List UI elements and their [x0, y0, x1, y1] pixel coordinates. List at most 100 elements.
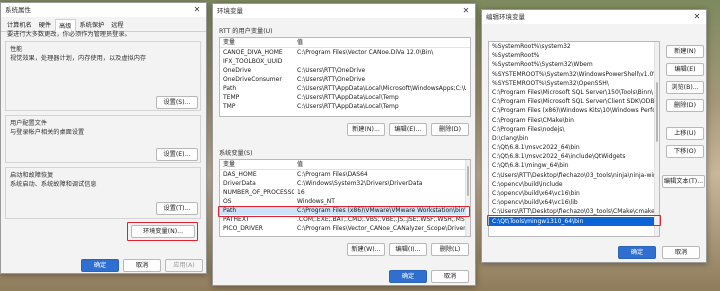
- edit-environment-variable-window: 编辑环境变量 ✕ %SystemRoot%\system32 %SystemRo…: [481, 9, 707, 263]
- cancel-button[interactable]: 取消: [662, 246, 700, 259]
- user-profiles-settings-button[interactable]: 设置(E)...: [156, 148, 198, 161]
- table-row[interactable]: Path C:\Users\RTT\AppData\Local\Microsoft…: [220, 84, 470, 93]
- table-row[interactable]: TEMP C:\Users\RTT\AppData\Local\Temp: [220, 93, 470, 102]
- performance-group: 性能 视觉效果，处理器计划，内存使用，以及虚拟内存 设置(S)...: [5, 41, 201, 111]
- window-title: 环境变量: [217, 7, 243, 15]
- cancel-button[interactable]: 取消: [123, 259, 161, 272]
- list-item[interactable]: C:\Qt\6.8.1\msvc2022_64\include\QtWidget…: [489, 152, 659, 161]
- table-row[interactable]: TMP C:\Users\RTT\AppData\Local\Temp: [220, 102, 470, 111]
- ok-button[interactable]: 确定: [389, 270, 427, 283]
- scrollbar-thumb[interactable]: [467, 166, 469, 196]
- list-item[interactable]: %SystemRoot%\system32: [489, 42, 659, 51]
- list-item[interactable]: %SYSTEMROOT%\System32\WindowsPowerShell\…: [489, 70, 659, 79]
- table-row[interactable]: PICO_DRIVER C:\Program Files\Vector_CANoe…: [220, 224, 470, 233]
- startup-recovery-group: 启动和故障恢复 系统启动、系统故障和调试信息 设置(T)...: [5, 167, 201, 219]
- table-header: 变量 值: [220, 160, 470, 170]
- cancel-button[interactable]: 取消: [431, 270, 469, 283]
- list-item[interactable]: C:\opencv\build\include: [489, 180, 659, 189]
- table-row[interactable]: OneDrive C:\Users\RTT\OneDrive: [220, 66, 470, 75]
- list-item[interactable]: C:\opencv\build\x64\vc16\bin: [489, 189, 659, 198]
- var-value: 16: [297, 189, 305, 196]
- var-value: C:\Users\RTT\OneDrive: [297, 76, 366, 83]
- list-item[interactable]: D:\clang\bin: [489, 134, 659, 143]
- close-icon[interactable]: ✕: [457, 4, 475, 18]
- performance-settings-button[interactable]: 设置(S)...: [156, 96, 198, 109]
- admin-note: 要进行大多数更改，你必须作为管理员登录。: [7, 31, 131, 38]
- system-properties-window: 系统属性 ✕ 计算机名 硬件 高级 系统保护 远程 要进行大多数更改，你必须作为…: [0, 2, 207, 274]
- var-name: OS: [223, 198, 232, 205]
- close-icon[interactable]: ✕: [688, 10, 706, 24]
- startup-recovery-desc: 系统启动、系统故障和调试信息: [10, 181, 97, 188]
- move-up-button[interactable]: 上移(U): [666, 127, 704, 140]
- table-row[interactable]: OS Windows_NT: [220, 197, 470, 206]
- delete-button[interactable]: 删除(D): [666, 99, 704, 112]
- table-row[interactable]: DAS_HOME C:\Program Files\DAS64: [220, 170, 470, 179]
- table-row[interactable]: OneDriveConsumer C:\Users\RTT\OneDrive: [220, 75, 470, 84]
- user-new-button[interactable]: 新建(N)...: [347, 123, 385, 136]
- column-header: 值: [297, 39, 304, 46]
- table-row[interactable]: DriverData C:\Windows\System32\Drivers\Dr…: [220, 179, 470, 188]
- system-new-button[interactable]: 新建(W)...: [347, 243, 385, 256]
- var-value: C:\Program Files\Vector CANoe.DiVa 12.0\…: [297, 49, 434, 56]
- user-variables-label: RTT 的用户变量(U): [219, 28, 273, 35]
- env-titlebar: 环境变量 ✕: [213, 4, 475, 18]
- apply-button[interactable]: 应用(A): [165, 259, 203, 272]
- list-item[interactable]: %SYSTEMROOT%\System32\OpenSSH\: [489, 79, 659, 88]
- scrollbar-thumb[interactable]: [656, 82, 658, 142]
- list-item[interactable]: C:\Program Files\nodejs\: [489, 125, 659, 134]
- system-delete-button[interactable]: 删除(L): [431, 243, 469, 256]
- edit-button[interactable]: 编辑(E): [666, 63, 704, 76]
- system-variables-table: 变量 值 DAS_HOME C:\Program Files\DAS64 Driv…: [219, 159, 471, 237]
- var-value: Windows_NT: [297, 198, 335, 205]
- move-down-button[interactable]: 下移(O): [666, 145, 704, 158]
- column-header: 变量: [223, 39, 236, 46]
- list-item[interactable]: C:\Program Files\CMake\bin: [489, 116, 659, 125]
- list-item[interactable]: C:\Program Files\Microsoft SQL Server\15…: [489, 88, 659, 97]
- list-item[interactable]: C:\Program Files\Microsoft SQL Server\Cl…: [489, 97, 659, 106]
- new-button[interactable]: 新建(N): [666, 45, 704, 58]
- table-header: 变量 值: [220, 38, 470, 48]
- list-item[interactable]: %SystemRoot%: [489, 51, 659, 60]
- startup-recovery-settings-button[interactable]: 设置(T)...: [156, 202, 198, 215]
- highlight-env-button: [127, 222, 198, 241]
- list-item[interactable]: C:\opencv\build\x64\vc16\lib: [489, 198, 659, 207]
- close-icon[interactable]: ✕: [188, 3, 206, 17]
- window-title: 系统属性: [5, 6, 31, 14]
- var-value: C:\Users\RTT\AppData\Local\Microsoft\Win…: [297, 85, 466, 92]
- table-row[interactable]: NUMBER_OF_PROCESSORS16: [220, 188, 470, 197]
- var-name: CANOE_DIVA_HOME: [223, 49, 283, 56]
- table-row[interactable]: IFX_TOOLBOX_UUID: [220, 57, 470, 66]
- scrollbar[interactable]: [654, 42, 659, 236]
- highlight-new-path: [487, 215, 661, 226]
- column-header: 值: [297, 161, 304, 168]
- user-delete-button[interactable]: 删除(D): [431, 123, 469, 136]
- list-item[interactable]: C:\Program Files (x86)\Windows Kits\10\W…: [489, 106, 659, 115]
- scrollbar[interactable]: [465, 160, 470, 236]
- edit-env-titlebar: 编辑环境变量 ✕: [482, 10, 706, 24]
- list-item[interactable]: C:\Qt\6.8.1\msvc2022_64\bin: [489, 143, 659, 152]
- user-edit-button[interactable]: 编辑(E)...: [389, 123, 427, 136]
- var-value: [294, 57, 466, 66]
- list-item[interactable]: %SystemRoot%\System32\Wbem: [489, 60, 659, 69]
- user-profiles-desc: 与登录帐户相关的桌面设置: [10, 129, 85, 136]
- system-properties-titlebar: 系统属性 ✕: [1, 3, 206, 17]
- system-edit-button[interactable]: 编辑(I)...: [389, 243, 427, 256]
- list-item[interactable]: C:\Users\RTT\Desktop\fiechazo\03_tools\n…: [489, 171, 659, 180]
- ok-button[interactable]: 确定: [618, 246, 656, 259]
- window-title: 编辑环境变量: [486, 13, 525, 21]
- user-profiles-group: 用户配置文件 与登录帐户相关的桌面设置 设置(E)...: [5, 115, 201, 163]
- table-row[interactable]: CANOE_DIVA_HOME C:\Program Files\Vector C…: [220, 48, 470, 57]
- var-value: C:\Program Files\DAS64: [297, 171, 368, 178]
- path-entries-list: %SystemRoot%\system32 %SystemRoot% %Syst…: [488, 41, 660, 237]
- var-name: PICO_DRIVER: [223, 225, 263, 232]
- edit-text-button[interactable]: 编辑文本(T)...: [662, 175, 705, 188]
- browse-button[interactable]: 浏览(B)...: [666, 81, 704, 94]
- var-name: TEMP: [223, 94, 240, 101]
- user-profiles-title: 用户配置文件: [10, 120, 48, 127]
- var-value: C:\Program Files\Vector_CANoe_CANalyzer_…: [297, 225, 466, 232]
- ok-button[interactable]: 确定: [81, 259, 119, 272]
- performance-title: 性能: [10, 46, 23, 53]
- list-item[interactable]: C:\Qt\6.8.1\mingw_64\bin: [489, 161, 659, 170]
- highlight-path-row: [218, 206, 470, 217]
- user-variables-table: 变量 值 CANOE_DIVA_HOME C:\Program Files\Vec…: [219, 37, 471, 117]
